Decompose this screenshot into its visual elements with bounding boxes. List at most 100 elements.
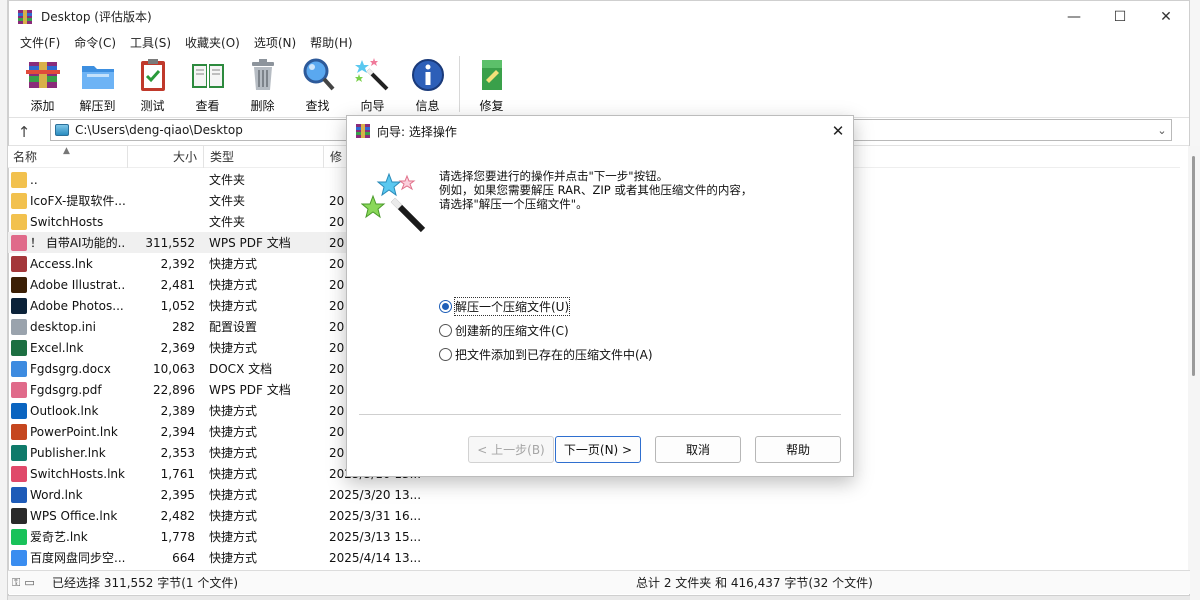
radio-unchecked[interactable] <box>439 347 452 361</box>
repair-button[interactable]: 修复 <box>464 56 519 114</box>
baidu-netdisk-icon <box>11 549 27 566</box>
delete-button[interactable]: 删除 <box>235 56 290 114</box>
file-size: 1,052 <box>160 298 195 313</box>
file-type: 文件夹 <box>209 194 246 208</box>
vertical-scrollbar[interactable] <box>1188 146 1200 570</box>
menu-file[interactable]: 文件(F) <box>13 34 67 51</box>
view-button[interactable]: 查看 <box>180 56 235 114</box>
file-type: 快捷方式 <box>209 446 258 460</box>
file-size: 1,778 <box>160 529 195 544</box>
drive-status-icon[interactable]: ▭ <box>24 576 34 590</box>
option-add-to-existing-archive[interactable]: 把文件添加到已存在的压缩文件中(A) <box>439 342 653 366</box>
find-button[interactable]: 查找 <box>290 56 345 114</box>
column-size[interactable]: 大小 <box>128 145 204 168</box>
folder-icon <box>11 192 27 209</box>
file-name: WPS Office.lnk <box>30 508 118 523</box>
arrow-up-icon: ↑ <box>17 122 31 141</box>
photoshop-icon <box>11 297 27 314</box>
illustrator-icon <box>11 276 27 293</box>
dialog-title: 向导: 选择操作 <box>377 124 457 139</box>
wps-office-icon <box>11 507 27 524</box>
maximize-button[interactable]: ☐ <box>1097 1 1143 32</box>
close-icon: ✕ <box>831 122 845 140</box>
winrar-app-icon <box>18 9 32 24</box>
wizard-button[interactable]: 向导 <box>345 56 400 114</box>
file-type: 快捷方式 <box>209 278 258 292</box>
close-window-button[interactable]: ✕ <box>1143 1 1189 32</box>
key-icon[interactable]: ⚿ <box>12 576 20 590</box>
option-create-archive[interactable]: 创建新的压缩文件(C) <box>439 318 653 342</box>
menu-help[interactable]: 帮助(H) <box>303 34 359 51</box>
column-name[interactable]: ▲ 名称 <box>8 145 128 168</box>
help-button[interactable]: 帮助 <box>755 436 841 463</box>
file-name: desktop.ini <box>30 319 96 334</box>
chevron-down-icon[interactable]: ⌄ <box>1153 124 1171 137</box>
menu-command[interactable]: 命令(C) <box>67 34 123 51</box>
file-size: 2,482 <box>160 508 195 523</box>
outlook-icon <box>11 402 27 419</box>
menu-favorites[interactable]: 收藏夹(O) <box>178 34 247 51</box>
file-name: 百度网盘同步空... <box>30 551 125 565</box>
dialog-close-button[interactable]: ✕ <box>823 122 853 140</box>
file-type: 快捷方式 <box>209 509 258 523</box>
scrollbar-thumb[interactable] <box>1192 156 1195 376</box>
cancel-button[interactable]: 取消 <box>655 436 741 463</box>
status-selection: 已经选择 311,552 字节(1 个文件) <box>52 576 239 590</box>
wps-pdf-icon <box>11 234 27 251</box>
file-name: 爱奇艺.lnk <box>30 530 88 544</box>
file-size: 10,063 <box>153 361 195 376</box>
file-type: 快捷方式 <box>209 467 258 481</box>
file-size: 2,395 <box>160 487 195 502</box>
file-name: Adobe Illustrat... <box>30 277 125 292</box>
file-type: 快捷方式 <box>209 404 258 418</box>
radio-unchecked[interactable] <box>439 323 452 337</box>
file-name: SwitchHosts <box>30 214 104 229</box>
file-name: Word.lnk <box>30 487 83 502</box>
toolbar: 添加 解压到 测试 查看 删除 查找 向导 信息 修复 <box>9 52 1189 118</box>
maximize-icon: ☐ <box>1113 8 1127 25</box>
table-row[interactable]: WPS Office.lnk 2,482 快捷方式 2025/3/31 16... <box>8 505 428 526</box>
file-size: 664 <box>172 550 195 565</box>
info-button[interactable]: 信息 <box>400 56 455 114</box>
file-size: 2,481 <box>160 277 195 292</box>
file-type: WPS PDF 文档 <box>209 383 291 397</box>
test-clipboard-icon <box>140 59 165 91</box>
close-icon: ✕ <box>1160 8 1172 25</box>
status-total: 总计 2 文件夹 和 416,437 字节(32 个文件) <box>636 576 873 590</box>
menu-tools[interactable]: 工具(S) <box>123 34 178 51</box>
sort-ascending-icon: ▲ <box>63 145 70 156</box>
file-name: IcoFX-提取软件... <box>30 194 125 208</box>
radio-checked[interactable] <box>439 299 452 313</box>
table-row[interactable]: Word.lnk 2,395 快捷方式 2025/3/20 13... <box>8 484 428 505</box>
file-size: 282 <box>172 319 195 334</box>
next-button[interactable]: 下一页(N) > <box>555 436 641 463</box>
minimize-icon: — <box>1067 8 1081 25</box>
publisher-icon <box>11 444 27 461</box>
extract-to-button[interactable]: 解压到 <box>70 56 125 114</box>
title-bar: Desktop (评估版本) — ☐ ✕ <box>9 1 1189 32</box>
switchhosts-icon <box>11 465 27 482</box>
test-button[interactable]: 测试 <box>125 56 180 114</box>
table-row[interactable]: 爱奇艺.lnk 1,778 快捷方式 2025/3/13 15... <box>8 526 428 547</box>
file-name: PowerPoint.lnk <box>30 424 118 439</box>
folder-icon <box>11 171 27 188</box>
excel-icon <box>11 339 27 356</box>
file-name: Outlook.lnk <box>30 403 99 418</box>
file-modified: 2025/3/31 16... <box>329 508 422 523</box>
up-folder-button[interactable]: ↑ <box>9 123 39 141</box>
minimize-button[interactable]: — <box>1051 1 1097 32</box>
file-size: 2,392 <box>160 256 195 271</box>
info-icon <box>411 59 444 91</box>
file-type: 文件夹 <box>209 215 246 229</box>
file-name: SwitchHosts.lnk <box>30 466 125 481</box>
column-type[interactable]: 类型 <box>204 145 324 168</box>
menu-options[interactable]: 选项(N) <box>247 34 303 51</box>
powerpoint-icon <box>11 423 27 440</box>
table-row[interactable]: 百度网盘同步空... 664 快捷方式 2025/4/14 13... <box>8 547 428 568</box>
add-button[interactable]: 添加 <box>15 56 70 114</box>
option-extract-archive[interactable]: 解压一个压缩文件(U) <box>439 294 653 318</box>
file-name: Fgdsgrg.pdf <box>30 382 102 397</box>
dialog-title-bar: 向导: 选择操作 ✕ <box>347 116 853 146</box>
menu-bar: 文件(F) 命令(C) 工具(S) 收藏夹(O) 选项(N) 帮助(H) <box>9 32 1189 52</box>
back-button[interactable]: < 上一步(B) <box>468 436 554 463</box>
